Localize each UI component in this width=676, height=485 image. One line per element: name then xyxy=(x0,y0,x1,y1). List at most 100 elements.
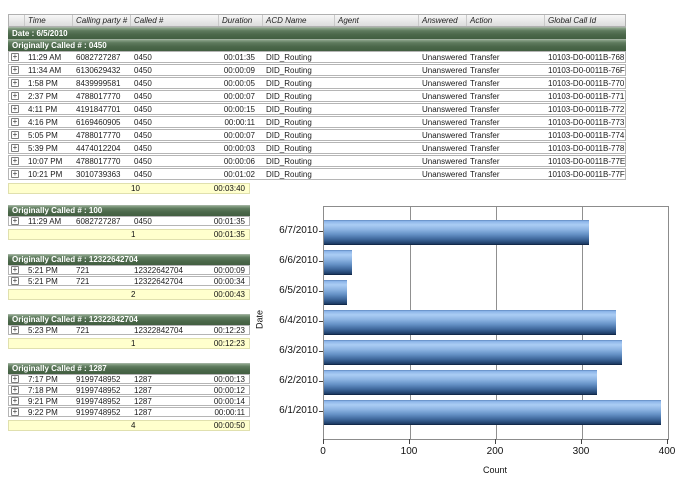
cell-acd-name: DID_Routing xyxy=(263,157,335,166)
expand-icon[interactable]: + xyxy=(11,157,19,165)
cell-time: 5:05 PM xyxy=(25,131,73,140)
expand-icon[interactable]: + xyxy=(11,266,19,274)
y-tick-label: 6/4/2010 xyxy=(250,315,318,327)
chart-plot-area xyxy=(323,206,669,440)
expand-icon[interactable]: + xyxy=(11,217,19,225)
table-row: +9:21 PM9199748952128700:00:14 xyxy=(8,396,250,406)
cell-called: 0450 xyxy=(131,53,219,62)
cell-time: 10:07 PM xyxy=(25,157,73,166)
cell-global-call-id: 10103-D0-0011B-76F xyxy=(545,66,625,75)
x-tick-label: 100 xyxy=(389,446,429,457)
cell-called: 1287 xyxy=(131,375,193,384)
cell-answered: Unanswered xyxy=(419,131,467,140)
expand-cell: + xyxy=(9,105,25,113)
x-axis-tick xyxy=(323,439,324,444)
cell-time: 4:11 PM xyxy=(25,105,73,114)
x-tick-label: 0 xyxy=(303,446,343,457)
expand-cell: + xyxy=(9,170,25,178)
cell-time: 11:29 AM xyxy=(25,217,73,226)
cell-calling-party: 6130629432 xyxy=(73,66,131,75)
expand-icon[interactable]: + xyxy=(11,105,19,113)
cell-answered: Unanswered xyxy=(419,79,467,88)
cell-time: 9:21 PM xyxy=(25,397,73,406)
cell-duration: 00:00:11 xyxy=(193,408,249,417)
expand-icon[interactable]: + xyxy=(11,397,19,405)
expand-icon[interactable]: + xyxy=(11,326,19,334)
expand-icon[interactable]: + xyxy=(11,375,19,383)
cell-acd-name: DID_Routing xyxy=(263,118,335,127)
cell-called: 0450 xyxy=(131,79,219,88)
expand-icon[interactable]: + xyxy=(11,408,19,416)
expand-icon[interactable]: + xyxy=(11,66,19,74)
cell-duration: 00:01:02 xyxy=(219,170,263,179)
table-row: +11:29 AM6082727287045000:01:35DID_Routi… xyxy=(8,51,626,63)
cell-action: Transfer xyxy=(467,53,545,62)
chart-bar xyxy=(324,280,347,305)
y-axis-tick xyxy=(319,411,323,412)
expand-icon[interactable]: + xyxy=(11,131,19,139)
summary-duration: 00:03:40 xyxy=(193,184,249,193)
expand-cell: + xyxy=(9,375,25,383)
table-row: +7:17 PM9199748952128700:00:13 xyxy=(8,374,250,384)
cell-calling-party: 4191847701 xyxy=(73,105,131,114)
cell-acd-name: DID_Routing xyxy=(263,92,335,101)
cell-answered: Unanswered xyxy=(419,92,467,101)
cell-acd-name: DID_Routing xyxy=(263,79,335,88)
expand-icon[interactable]: + xyxy=(11,277,19,285)
cell-duration: 00:00:07 xyxy=(219,131,263,140)
cell-duration: 00:00:05 xyxy=(219,79,263,88)
cell-time: 11:34 AM xyxy=(25,66,73,75)
expand-icon[interactable]: + xyxy=(11,386,19,394)
x-tick-label: 400 xyxy=(647,446,676,457)
call-group-section: Originally Called # : 1287+7:17 PM919974… xyxy=(8,363,250,431)
cell-action: Transfer xyxy=(467,118,545,127)
cell-calling-party: 9199748952 xyxy=(73,386,131,395)
y-tick-label: 6/3/2010 xyxy=(250,345,318,357)
report-viewer: TimeCalling party #Called #DurationACD N… xyxy=(0,0,676,485)
expand-cell: + xyxy=(9,144,25,152)
expand-icon[interactable]: + xyxy=(11,118,19,126)
group-summary-row: 100:12:23 xyxy=(8,338,250,349)
x-axis-tick xyxy=(409,439,410,444)
table-row: +1:58 PM8439999581045000:00:05DID_Routin… xyxy=(8,77,626,89)
expand-cell: + xyxy=(9,408,25,416)
cell-answered: Unanswered xyxy=(419,157,467,166)
cell-time: 10:21 PM xyxy=(25,170,73,179)
call-group-section: Originally Called # : 100+11:29 AM608272… xyxy=(8,205,250,240)
cell-duration: 00:00:15 xyxy=(219,105,263,114)
cell-called: 1287 xyxy=(131,386,193,395)
cell-action: Transfer xyxy=(467,79,545,88)
cell-acd-name: DID_Routing xyxy=(263,131,335,140)
chart-bar xyxy=(324,340,622,365)
cell-duration: 00:00:14 xyxy=(193,397,249,406)
group-summary-row: 400:00:50 xyxy=(8,420,250,431)
cell-calling-party: 3010739363 xyxy=(73,170,131,179)
cell-time: 4:16 PM xyxy=(25,118,73,127)
expand-icon[interactable]: + xyxy=(11,53,19,61)
cell-global-call-id: 10103-D0-0011B-77E xyxy=(545,157,625,166)
cell-called: 0450 xyxy=(131,170,219,179)
summary-duration: 00:01:35 xyxy=(193,230,249,239)
cell-answered: Unanswered xyxy=(419,144,467,153)
cell-duration: 00:00:09 xyxy=(193,266,249,275)
summary-count: 1 xyxy=(129,230,193,239)
chart-bar xyxy=(324,310,616,335)
cell-calling-party: 721 xyxy=(73,326,131,335)
column-header-acd-name: ACD Name xyxy=(263,15,335,26)
table-body: Originally Called # : 0450+11:29 AM60827… xyxy=(8,39,626,194)
cell-calling-party: 4474012204 xyxy=(73,144,131,153)
y-axis-tick xyxy=(319,231,323,232)
cell-calling-party: 4788017770 xyxy=(73,131,131,140)
column-header-calling-party: Calling party # xyxy=(73,15,131,26)
expand-icon[interactable]: + xyxy=(11,92,19,100)
x-tick-label: 300 xyxy=(561,446,601,457)
group-header: Originally Called # : 12322642704 xyxy=(8,254,250,265)
x-axis-tick xyxy=(581,439,582,444)
cell-acd-name: DID_Routing xyxy=(263,105,335,114)
date-group-header: Date : 6/5/2010 xyxy=(8,27,626,39)
expand-icon[interactable]: + xyxy=(11,144,19,152)
expand-icon[interactable]: + xyxy=(11,79,19,87)
expand-icon[interactable]: + xyxy=(11,170,19,178)
expand-cell: + xyxy=(9,157,25,165)
cell-duration: 00:01:35 xyxy=(219,53,263,62)
